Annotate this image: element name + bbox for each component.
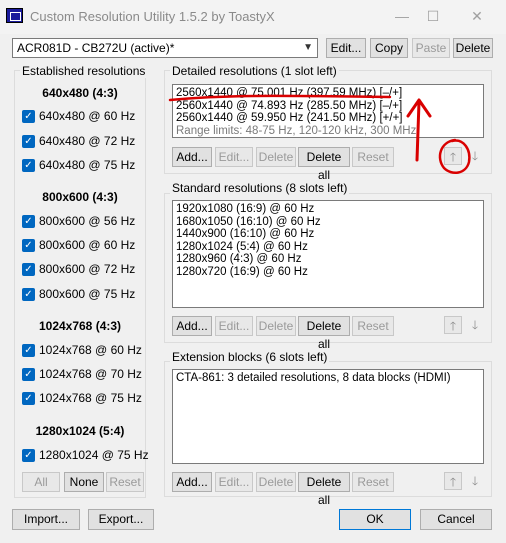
annotation-arrow xyxy=(406,98,432,162)
annotation-circle xyxy=(438,138,471,175)
annotation-underline xyxy=(168,94,392,102)
annotation-overlay xyxy=(168,94,471,175)
